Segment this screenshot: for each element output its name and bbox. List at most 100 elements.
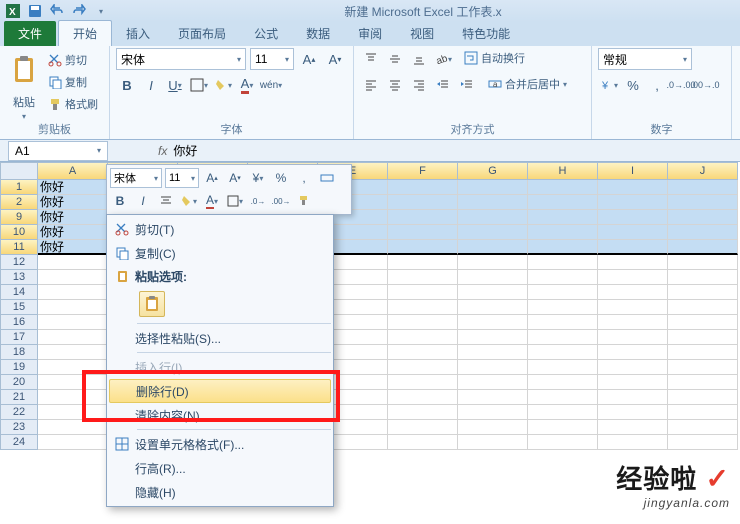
redo-icon[interactable]	[70, 2, 88, 20]
cell[interactable]	[528, 300, 598, 315]
cell[interactable]	[668, 255, 738, 270]
cell[interactable]	[668, 210, 738, 225]
mini-format-painter-icon[interactable]	[294, 191, 314, 211]
cell[interactable]	[528, 285, 598, 300]
tab-formulas[interactable]: 公式	[240, 21, 292, 46]
cell[interactable]	[388, 195, 458, 210]
align-right-icon[interactable]	[408, 74, 430, 96]
cell[interactable]	[388, 435, 458, 450]
mini-font-color-icon[interactable]: A▾	[202, 191, 222, 211]
cell[interactable]	[528, 420, 598, 435]
row-header[interactable]: 14	[0, 285, 38, 300]
cell[interactable]	[598, 345, 668, 360]
cell[interactable]	[598, 285, 668, 300]
tab-review[interactable]: 审阅	[344, 21, 396, 46]
phonetic-button[interactable]: wén▾	[260, 74, 282, 96]
cell[interactable]	[528, 435, 598, 450]
cell[interactable]	[458, 390, 528, 405]
paste-dropdown-icon[interactable]: ▾	[22, 112, 26, 121]
cell[interactable]	[388, 420, 458, 435]
cell[interactable]	[598, 360, 668, 375]
cell[interactable]	[458, 300, 528, 315]
mini-bold-button[interactable]: B	[110, 191, 130, 211]
cell[interactable]	[38, 300, 108, 315]
row-header[interactable]: 20	[0, 375, 38, 390]
col-header[interactable]: H	[528, 162, 598, 180]
cell[interactable]	[388, 210, 458, 225]
cell[interactable]: 你好	[38, 225, 108, 240]
cell[interactable]	[668, 240, 738, 255]
cell[interactable]	[598, 390, 668, 405]
fx-icon[interactable]: fx	[158, 144, 167, 158]
mini-decimal-dec-icon[interactable]: .00→	[271, 191, 291, 211]
align-top-icon[interactable]	[360, 48, 382, 70]
cell[interactable]	[528, 390, 598, 405]
row-header[interactable]: 16	[0, 315, 38, 330]
tab-view[interactable]: 视图	[396, 21, 448, 46]
currency-icon[interactable]: ¥▾	[598, 74, 620, 96]
cell[interactable]	[528, 195, 598, 210]
cell[interactable]	[458, 375, 528, 390]
tab-special[interactable]: 特色功能	[448, 21, 524, 46]
qat-dropdown-icon[interactable]: ▾	[92, 2, 110, 20]
mini-comma-icon[interactable]: ,	[294, 168, 314, 188]
tab-home[interactable]: 开始	[58, 20, 112, 46]
cell[interactable]	[458, 210, 528, 225]
percent-icon[interactable]: %	[622, 74, 644, 96]
cell[interactable]	[38, 375, 108, 390]
cell[interactable]	[528, 255, 598, 270]
cell[interactable]	[668, 270, 738, 285]
cell[interactable]	[38, 360, 108, 375]
row-header[interactable]: 21	[0, 390, 38, 405]
cell[interactable]: 你好	[38, 180, 108, 195]
cell[interactable]	[668, 405, 738, 420]
cell[interactable]	[38, 315, 108, 330]
copy-button[interactable]: 复制	[48, 72, 98, 92]
underline-button[interactable]: U▾	[164, 74, 186, 96]
fill-color-button[interactable]: ▾	[212, 74, 234, 96]
cell[interactable]	[458, 270, 528, 285]
row-header[interactable]: 22	[0, 405, 38, 420]
align-middle-icon[interactable]	[384, 48, 406, 70]
cell[interactable]	[388, 315, 458, 330]
mini-merge-icon[interactable]	[317, 168, 337, 188]
mini-increase-font-icon[interactable]: A▴	[202, 168, 222, 188]
cell[interactable]	[388, 405, 458, 420]
italic-button[interactable]: I	[140, 74, 162, 96]
paste-button[interactable]	[6, 48, 42, 92]
cell[interactable]	[668, 315, 738, 330]
mini-align-icon[interactable]	[156, 191, 176, 211]
cell[interactable]	[388, 285, 458, 300]
cell[interactable]	[598, 405, 668, 420]
cell[interactable]	[598, 240, 668, 255]
cell[interactable]	[458, 330, 528, 345]
cell[interactable]	[458, 435, 528, 450]
cell[interactable]	[598, 225, 668, 240]
cell[interactable]	[458, 195, 528, 210]
row-header[interactable]: 19	[0, 360, 38, 375]
mini-percent-icon[interactable]: %	[271, 168, 291, 188]
col-header[interactable]: G	[458, 162, 528, 180]
cell[interactable]	[388, 255, 458, 270]
comma-icon[interactable]: ,	[646, 74, 668, 96]
cell[interactable]	[388, 345, 458, 360]
cell[interactable]	[528, 315, 598, 330]
cell[interactable]	[528, 330, 598, 345]
cell[interactable]	[598, 315, 668, 330]
menu-cut[interactable]: 剪切(T)	[109, 217, 331, 241]
tab-file[interactable]: 文件	[4, 21, 56, 46]
cell[interactable]	[528, 180, 598, 195]
mini-italic-button[interactable]: I	[133, 191, 153, 211]
mini-decimal-inc-icon[interactable]: .0→	[248, 191, 268, 211]
cell[interactable]	[38, 345, 108, 360]
cell[interactable]	[38, 435, 108, 450]
cell[interactable]	[458, 240, 528, 255]
tab-insert[interactable]: 插入	[112, 21, 164, 46]
menu-row-height[interactable]: 行高(R)...	[109, 456, 331, 480]
formula-input[interactable]: 你好	[173, 142, 197, 159]
row-header[interactable]: 18	[0, 345, 38, 360]
cell[interactable]	[668, 375, 738, 390]
cell[interactable]	[598, 300, 668, 315]
menu-delete-row[interactable]: 删除行(D)	[109, 379, 331, 403]
save-icon[interactable]	[26, 2, 44, 20]
